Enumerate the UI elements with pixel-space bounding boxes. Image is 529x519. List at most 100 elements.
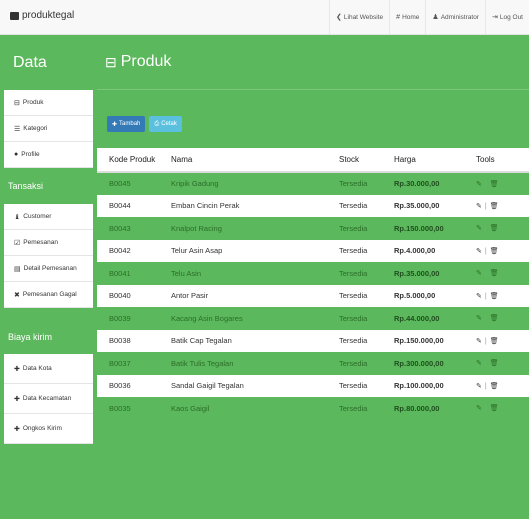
add-button[interactable]: ✚ Tambah — [107, 116, 146, 132]
nav-label: Home — [402, 13, 420, 21]
edit-icon[interactable]: ✎ — [476, 337, 483, 345]
product-price: Rp.300.000,00 — [394, 352, 476, 375]
product-price: Rp.44.000,00 — [394, 307, 476, 330]
trash-icon[interactable]: 🗑 — [490, 292, 500, 300]
row-tools: ✎ | 🗑 — [476, 217, 529, 240]
trash-icon[interactable]: 🗑 — [490, 382, 500, 390]
table-row: B0041 Telu Asin Tersedia Rp.35.000,00 ✎ | 🗑 — [97, 262, 529, 285]
product-name: Batik Tulis Tegalan — [171, 352, 339, 375]
product-price: Rp.4.000,00 — [394, 239, 476, 262]
sidebar-item-detail-pemesanan[interactable]: ▤ Detail Pemesanan — [4, 256, 93, 282]
edit-icon[interactable]: ✎ — [476, 314, 483, 322]
table-row: B0044 Emban Cincin Perak Tersedia Rp.35.000… — [97, 194, 529, 217]
nav-right: ❮ Lihat Website # Home ♟ Administrator ⇥… — [329, 0, 529, 34]
move-icon: ✚ — [14, 395, 20, 403]
trash-icon[interactable]: 🗑 — [490, 337, 500, 345]
product-price: Rp.150.000,00 — [394, 217, 476, 240]
edit-icon[interactable]: ✎ — [476, 382, 483, 390]
tools-separator: | — [484, 180, 488, 188]
product-price: Rp.100.000,00 — [394, 374, 476, 397]
sidebar-section-biaya-kirim: Biaya kirim — [8, 332, 53, 342]
nav-administrator[interactable]: ♟ Administrator — [425, 0, 485, 34]
product-name: Batik Cap Tegalan — [171, 329, 339, 352]
brand[interactable]: produktegal — [10, 10, 74, 21]
edit-icon[interactable]: ✎ — [476, 247, 483, 255]
product-price: Rp.35.000,00 — [394, 194, 476, 217]
product-name: Antor Pasir — [171, 284, 339, 307]
sidebar-item-ongkos-kirim[interactable]: ✚ Ongkos Kirim — [4, 414, 93, 444]
product-code: B0045 — [97, 172, 171, 195]
nav-logout[interactable]: ⇥ Log Out — [484, 0, 529, 34]
table-row: B0040 Antor Pasir Tersedia Rp.5.000,00 ✎ | 🗑 — [97, 284, 529, 307]
list-icon: ⊟ — [14, 99, 20, 107]
edit-icon[interactable]: ✎ — [476, 202, 483, 210]
table-row: B0042 Telur Asin Asap Tersedia Rp.4.000,00 ✎… — [97, 239, 529, 262]
stock-status: Tersedia — [339, 352, 394, 375]
product-code: B0035 — [97, 397, 171, 420]
sidebar-item-kategori[interactable]: ☰ Kategori — [4, 116, 93, 142]
product-name: Kripik Gadung — [171, 172, 339, 195]
tools-separator: | — [484, 360, 488, 368]
column-header: Kode Produk — [97, 148, 171, 173]
trash-icon[interactable]: 🗑 — [490, 314, 500, 322]
table-row: B0038 Batik Cap Tegalan Tersedia Rp.150.000… — [97, 329, 529, 352]
product-price: Rp.5.000,00 — [394, 284, 476, 307]
tools-separator: | — [484, 405, 488, 413]
sidebar-item-produk[interactable]: ⊟ Produk — [4, 90, 93, 116]
close-icon: ✖ — [14, 291, 20, 299]
product-name: Emban Cincin Perak — [171, 194, 339, 217]
trash-icon[interactable]: 🗑 — [490, 404, 500, 412]
tools-separator: | — [484, 337, 488, 345]
table-body: B0045 Kripik Gadung Tersedia Rp.30.000,00 ✎ |… — [97, 172, 529, 420]
print-button-label: Cetak — [161, 121, 177, 127]
sidebar-item-label: Data Kota — [22, 365, 52, 372]
sidebar-item-label: Kategori — [23, 125, 48, 132]
edit-icon[interactable]: ✎ — [476, 404, 483, 412]
trash-icon[interactable]: 🗑 — [490, 269, 500, 277]
tools-separator: | — [484, 270, 488, 278]
tools-separator: | — [484, 382, 488, 390]
product-price: Rp.150.000,00 — [394, 329, 476, 352]
sidebar-item-profile[interactable]: ● Profile — [4, 142, 93, 168]
product-name: Sandal Gaigil Tegalan — [171, 374, 339, 397]
product-price: Rp.30.000,00 — [394, 172, 476, 195]
toolbar: ✚ Tambah ⎙ Cetak — [97, 90, 529, 148]
stock-status: Tersedia — [339, 172, 394, 195]
sidebar-item-label: Pemesanan — [23, 239, 58, 246]
brand-label: produktegal — [22, 10, 75, 21]
column-header: Tools — [476, 148, 529, 173]
table-row: B0036 Sandal Gaigil Tegalan Tersedia Rp.100… — [97, 374, 529, 397]
print-button[interactable]: ⎙ Cetak — [149, 116, 182, 132]
nav-lihat-website[interactable]: ❮ Lihat Website — [329, 0, 389, 34]
trash-icon[interactable]: 🗑 — [490, 202, 500, 210]
table-row: B0039 Kacang Asin Bogares Tersedia Rp.44.00… — [97, 307, 529, 330]
nav-home[interactable]: # Home — [389, 0, 425, 34]
sidebar-item-customer[interactable]: ♝ Customer — [4, 204, 93, 230]
trash-icon[interactable]: 🗑 — [490, 247, 500, 255]
edit-icon[interactable]: ✎ — [476, 359, 483, 367]
column-header: Harga — [394, 148, 476, 173]
plus-icon: ✚ — [112, 121, 118, 128]
sidebar-item-label: Pemesanan Gagal — [22, 291, 77, 298]
row-tools: ✎ | 🗑 — [476, 352, 529, 375]
sidebar-item-pemesanan[interactable]: ☑ Pemesanan — [4, 230, 93, 256]
trash-icon[interactable]: 🗑 — [490, 359, 500, 367]
tools-separator: | — [484, 315, 488, 323]
chevron-left-icon: ❮ — [336, 14, 342, 21]
edit-icon[interactable]: ✎ — [476, 224, 483, 232]
sidebar-item-data-kecamatan[interactable]: ✚ Data Kecamatan — [4, 384, 93, 414]
sidebar-item-pemesanan-gagal[interactable]: ✖ Pemesanan Gagal — [4, 282, 93, 308]
table-icon: ▤ — [14, 265, 21, 273]
sidebar-item-label: Detail Pemesanan — [23, 265, 77, 272]
edit-icon[interactable]: ✎ — [476, 180, 483, 188]
sidebar-item-label: Ongkos Kirim — [22, 425, 62, 432]
sidebar-item-data-kota[interactable]: ✚ Data Kota — [4, 354, 93, 384]
edit-icon[interactable]: ✎ — [476, 269, 483, 277]
edit-icon[interactable]: ✎ — [476, 292, 483, 300]
checkbox-icon: ☑ — [14, 239, 21, 247]
table-header-row: Kode Produk Nama Stock Harga Tools — [97, 148, 529, 173]
row-tools: ✎ | 🗑 — [476, 172, 529, 195]
column-header: Stock — [339, 148, 394, 173]
trash-icon[interactable]: 🗑 — [490, 224, 500, 232]
trash-icon[interactable]: 🗑 — [490, 180, 500, 188]
